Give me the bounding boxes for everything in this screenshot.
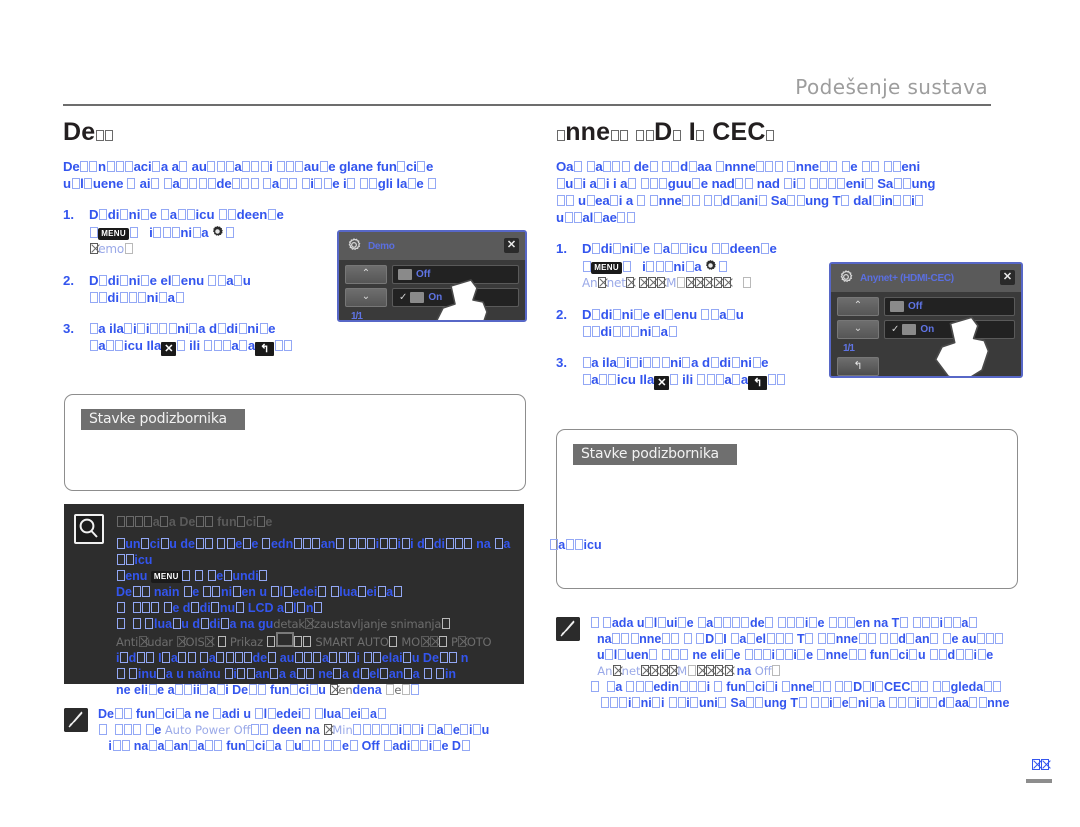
right-lcd-title: Anynet+ (HDMI-CEC) [860,272,954,284]
right-lcd-close-button[interactable]: ✕ [1000,270,1015,285]
left-lcd-option-on[interactable]: ✓ On [392,288,519,307]
left-lcd-bottom: 1/1 ↰ [345,311,519,322]
left-step-1-number: 1. [63,207,74,222]
info-line-4: e d di nu LCD aln [116,600,512,616]
right-lcd-down-button[interactable]: ⌄ [837,320,879,339]
info-line-2: enu MENU e undi [116,568,512,584]
right-lcd-option-on[interactable]: ✓ On [884,320,1015,339]
right-note-line-2: na nne DI a el T nne d an e au [590,631,1034,647]
back-icon-right: ↰ [748,376,768,390]
info-line-6: id Ia a de au a i elai u De n [116,651,469,665]
right-intro-paragraph: Oa a de d aa nnne nne e eni ui ai i a guu… [556,159,936,225]
page-header-title: Podešenje sustava [795,75,988,99]
left-info-box-body: un ci u de ee edn an iii d di na aicu enu ME… [116,536,512,698]
left-submenu-label: Stavke podizbornika [81,409,245,430]
left-lcd-up-button[interactable]: ⌃ [345,265,387,284]
right-note-line-3: u l uen ne eli e iie nne fun ci u die [590,648,994,662]
lcd-gear-icon-right [840,270,853,283]
left-section-title: De [63,118,533,147]
menu-icon-right: MENU [591,261,622,274]
left-lcd-close-button[interactable]: ✕ [504,238,519,253]
info-ghost-overlay-1: detak zaustavljanje snimanja [273,617,450,631]
manual-page: Podešenje sustava De De n aci a a au a i au e … [0,0,1080,827]
right-lcd-back-button[interactable]: ↰ [837,357,879,376]
left-submenu-box: Stavke podizbornika [64,394,526,491]
left-info-box-title: aa De fun ci e [116,514,512,530]
right-note-line-6: i ni i i uni Sa ung T i e ni a i d aa nne [590,695,1034,711]
right-lcd-option-off[interactable]: Off [884,297,1015,316]
left-lcd-row-on: ⌄ ✓ On [345,288,519,307]
right-lcd-row-on: ⌄ ✓ On [837,320,1015,339]
check-icon-right: ✓ [891,324,900,335]
left-lcd-screen: Demo ✕ ⌃ Off ⌄ ✓ On 1/1 ↰ [337,230,527,322]
left-lcd-option-off[interactable]: Off [392,265,519,284]
left-note-line-1: De fun ci a ne adi u l edei lua ei a [98,706,534,722]
gear-icon [212,225,223,236]
anynet-icon-on [902,324,917,335]
left-lcd-option-on-label: On [428,292,443,303]
close-icon-right: ✕ [654,376,670,390]
right-lcd-up-button[interactable]: ⌃ [837,297,879,316]
right-submenu-box: Stavke podizbornika a icu [549,429,1018,589]
page-number [1032,757,1050,772]
left-lcd-option-off-label: Off [416,269,431,280]
lcd-gear-icon [348,238,361,251]
info-ghost-overlay-2: Anti udar OIS Prikaz SMART AUTO MO P OTO [116,632,512,650]
right-section-title: nne D I CEC [556,118,1034,147]
right-step-1-number: 1. [556,241,567,256]
info-line-5: lua u d di a na gudetak zaustavljanje sniman… [116,616,512,632]
left-info-box: aa De fun ci e un ci u de ee edn an iii d di n… [64,504,524,697]
right-submenu-label: Stavke podizbornika [573,444,737,465]
right-note: ada u l ui e a de ie en na T ia na nne DI a el… [556,615,1034,711]
gear-icon-right [705,259,716,270]
right-note-body: ada u l ui e a de ie en na T ia na nne DI a el… [590,615,1034,711]
right-step-2-number: 2. [556,306,567,322]
close-icon: ✕ [161,342,177,356]
menu-icon: MENU [98,227,129,240]
left-lcd-down-button[interactable]: ⌄ [345,288,387,307]
right-lcd-screen: Anynet+ (HDMI-CEC) ✕ ⌃ Off ⌄ ✓ On 1/1 ↰ [829,262,1023,378]
right-lcd-option-off-label: Off [908,301,923,312]
pen-icon-right [556,617,580,641]
page-number-rule [1026,779,1052,783]
check-icon: ✓ [399,292,408,303]
left-note-line-2: e Auto Power Off deen na Min i i aeiu [98,722,534,738]
left-lcd-titlebar: Demo ✕ [339,232,525,260]
right-lcd-titlebar: Anynet+ (HDMI-CEC) ✕ [831,264,1021,292]
right-lcd-bottom: 1/1 ↰ [837,343,1015,376]
left-lcd-title: Demo [368,240,395,252]
right-step-3-number: 3. [556,354,567,370]
magnifier-icon [74,514,104,544]
left-intro-paragraph: De n aci a a au a i au e glane fun ci e u l uene a… [63,158,533,192]
right-lcd-page-indicator: 1/1 [843,343,855,354]
info-line-7: inu a u naînu i an a a ne a d el an a in [116,666,512,682]
anynet-icon [890,301,904,312]
right-note-line-5: a edin i fun ci i nne D I CEC gleda [590,679,1034,695]
info-line-1: un ci u de ee edn an iii d di na aicu [116,536,512,568]
left-note-body: De fun ci a ne adi u l edei lua ei a e Auto P… [98,706,534,754]
right-lcd-option-on-label: On [920,324,935,335]
right-note-line-4: An net M na Off [590,663,1034,679]
left-lcd-page-indicator: 1/1 [351,311,363,322]
right-lcd-body: ⌃ Off ⌄ ✓ On 1/1 ↰ [831,292,1021,376]
left-step-2-number: 2. [63,272,74,288]
demo-film-icon [398,269,412,280]
left-note-line-3: i na a an a fun ci a u e Off adi i e D [98,738,534,754]
menu-icon-info: MENU [150,571,182,583]
info-line-8: ne eli e a ii a i De fun ci u endena e [116,682,512,698]
info-line-3: De nain e ni en u l edei lua ei a [116,584,512,600]
right-note-line-1: ada u l ui e a de ie en na T ia [590,615,1034,631]
right-submenu-stray-text: a icu [549,538,602,552]
back-icon: ↰ [255,342,275,356]
header-divider [63,104,991,106]
pen-icon [64,708,88,732]
left-lcd-row-off: ⌃ Off [345,265,519,284]
left-lcd-body: ⌃ Off ⌄ ✓ On 1/1 ↰ [339,260,525,320]
left-step-3: 3. a ila i i ni a d di ni e a icu Ila ✕ ili a a ↰ [63,320,533,356]
left-step-3-number: 3. [63,320,74,336]
right-lcd-row-off: ⌃ Off [837,297,1015,316]
left-note: De fun ci a ne adi u l edei lua ei a e Auto P… [64,706,534,754]
demo-film-icon-on [410,292,425,303]
